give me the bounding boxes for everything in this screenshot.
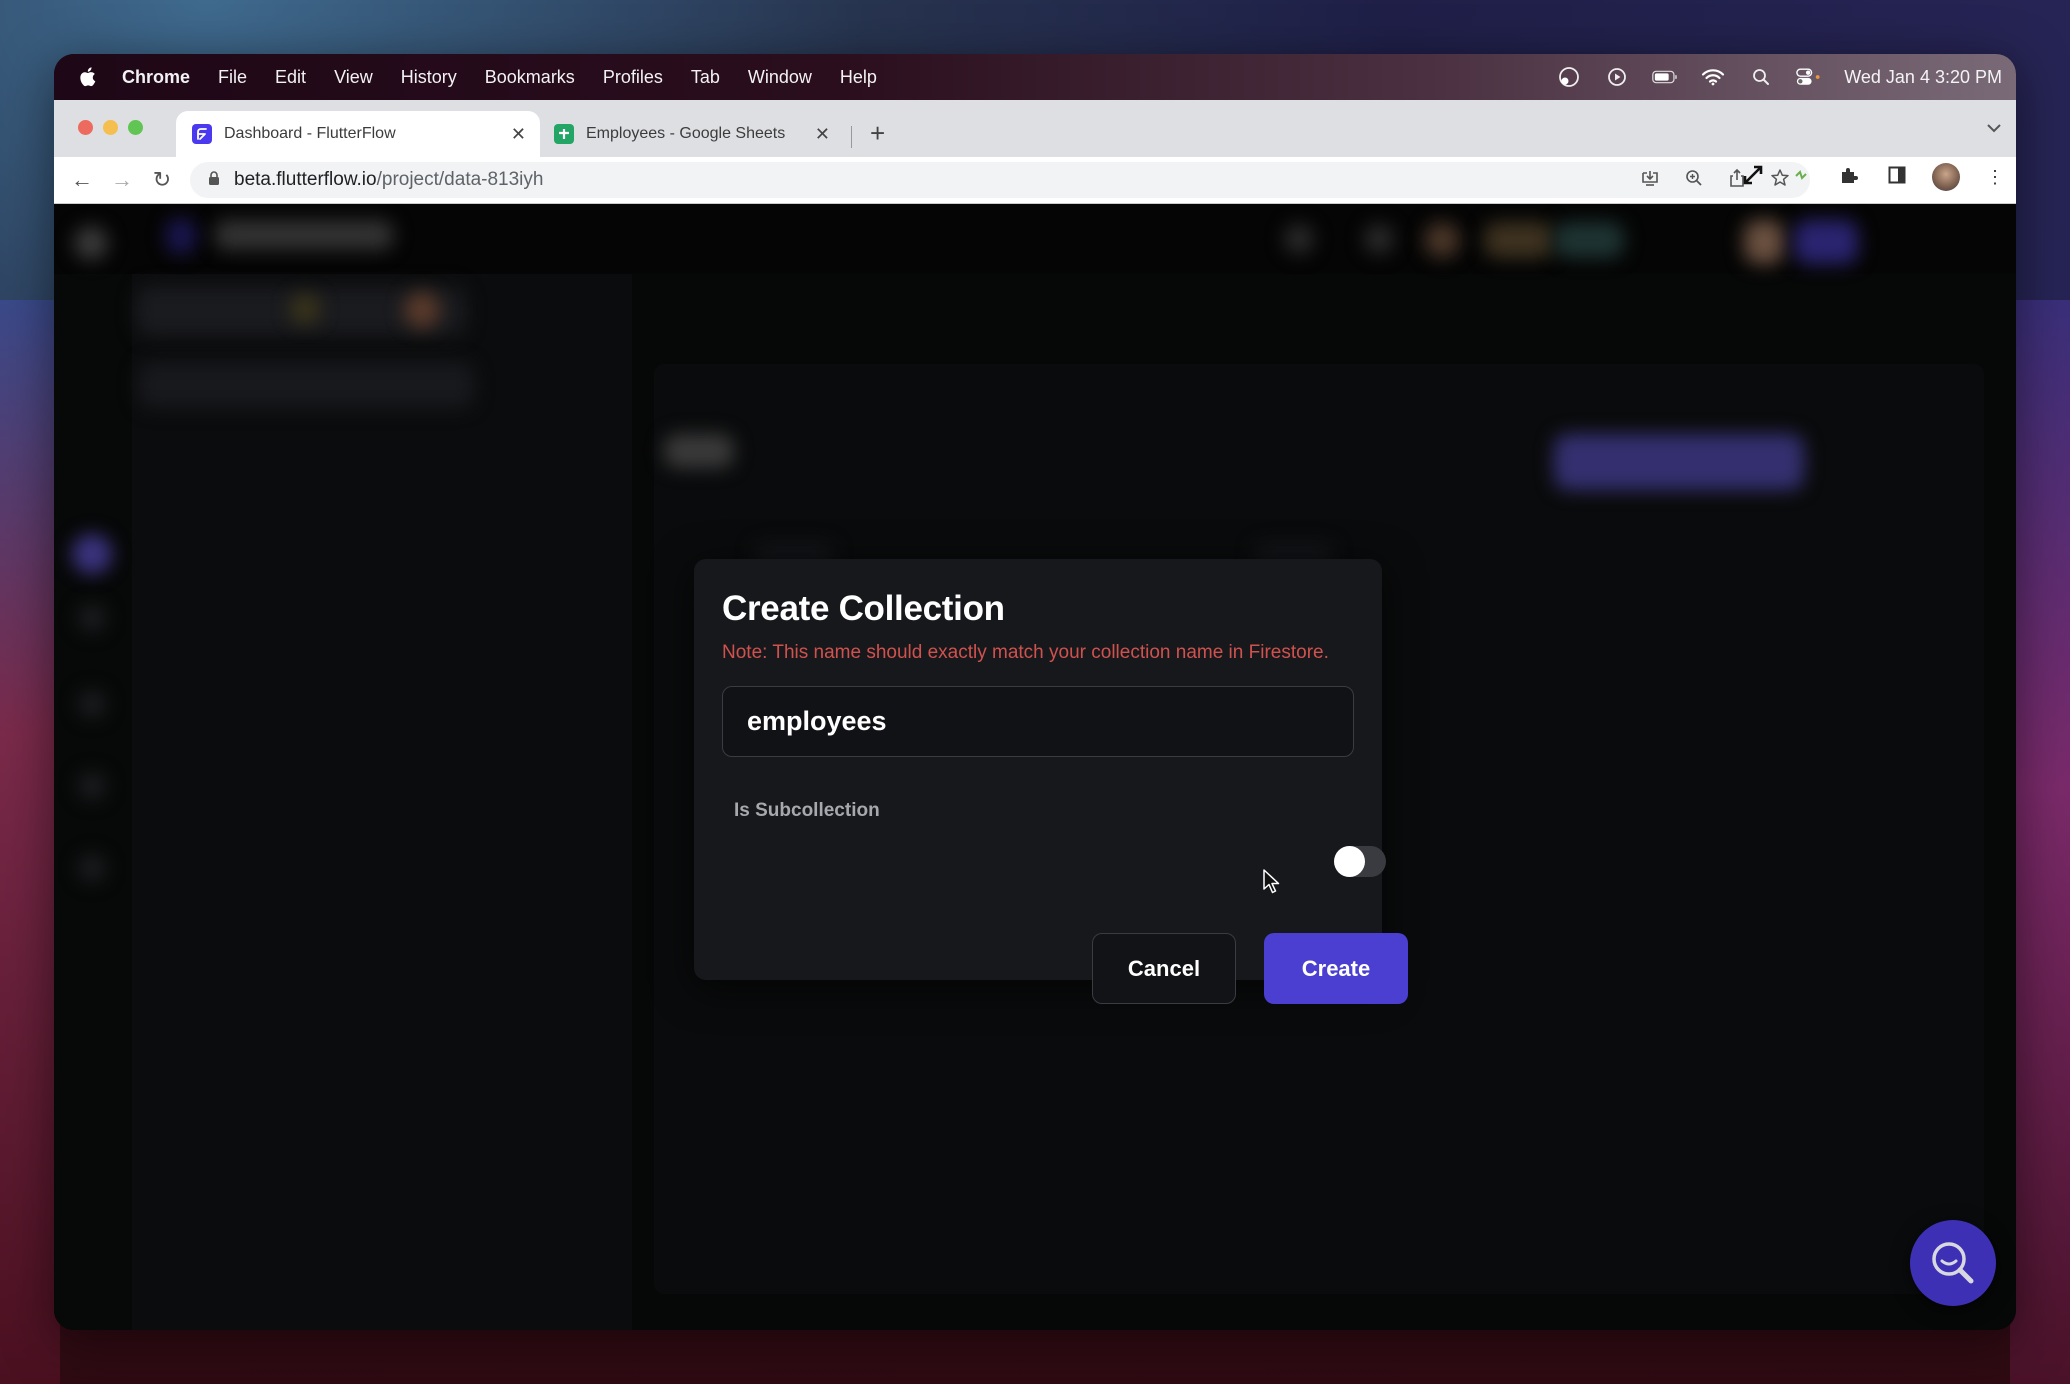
flutterflow-icon (192, 124, 212, 144)
tab-employees-google-sheets[interactable]: Employees - Google Sheets ✕ (544, 111, 844, 157)
blurred-badge-yellow (290, 294, 320, 324)
extension-green-icon[interactable] (1788, 166, 1814, 189)
apple-icon[interactable] (76, 66, 98, 88)
blurred-section-title (664, 434, 734, 468)
tab-dashboard-flutterflow[interactable]: Dashboard - FlutterFlow ✕ (176, 111, 540, 157)
tab-title: Dashboard - FlutterFlow (224, 125, 396, 142)
toggle-knob (1334, 846, 1365, 877)
battery-icon[interactable] (1652, 66, 1678, 88)
address-bar[interactable]: beta.flutterflow.io/project/data-813iyh (190, 162, 1810, 198)
blurred-nav-item (78, 604, 106, 632)
blurred-add-collection-button (1554, 434, 1804, 490)
blurred-toolbar-button (1554, 222, 1624, 258)
menu-window[interactable]: Window (748, 67, 812, 88)
install-app-icon[interactable] (1640, 168, 1660, 193)
blurred-nav-item (78, 854, 106, 882)
side-panel-icon[interactable] (1884, 166, 1910, 189)
google-sheets-icon (554, 124, 574, 144)
blurred-logo (74, 226, 108, 260)
menu-profiles[interactable]: Profiles (603, 67, 663, 88)
search-icon (1932, 1242, 1974, 1284)
desktop-wallpaper-left (0, 300, 60, 1384)
menu-help[interactable]: Help (840, 67, 877, 88)
menu-bookmarks[interactable]: Bookmarks (485, 67, 575, 88)
menu-tab[interactable]: Tab (691, 67, 720, 88)
blurred-user-avatar (1744, 220, 1784, 264)
blurred-nav-item (78, 772, 106, 800)
menu-history[interactable]: History (401, 67, 457, 88)
chrome-menu-icon[interactable]: ⋮ (1982, 167, 2008, 188)
back-icon[interactable]: ← (70, 167, 94, 193)
cancel-button[interactable]: Cancel (1092, 933, 1236, 1004)
extensions-puzzle-icon[interactable] (1836, 165, 1862, 190)
spotlight-search-icon[interactable] (1748, 66, 1774, 88)
blurred-nav-rail (54, 204, 132, 1330)
forward-icon[interactable]: → (110, 167, 134, 193)
tab-search-chevron-icon[interactable] (1986, 120, 2002, 136)
menu-edit[interactable]: Edit (275, 67, 306, 88)
close-window-button[interactable] (78, 120, 93, 135)
tab-separator (851, 126, 852, 148)
blurred-toolbar-button (1484, 222, 1554, 258)
blurred-toolbar-icon (1424, 222, 1460, 258)
dialog-title: Create Collection (722, 589, 1005, 628)
mouse-cursor-icon (1263, 869, 1280, 894)
tab-strip: Dashboard - FlutterFlow ✕ Employees - Go… (54, 100, 2016, 157)
create-button[interactable]: Create (1264, 933, 1408, 1004)
blurred-project-name (214, 220, 394, 250)
minimize-window-button[interactable] (103, 120, 118, 135)
blurred-search-field (138, 362, 474, 408)
blurred-toolbar-icon (1284, 224, 1314, 254)
url-path: /project/data-813iyh (376, 169, 544, 190)
menu-app-name[interactable]: Chrome (122, 67, 190, 88)
close-tab-icon[interactable]: ✕ (815, 124, 830, 145)
profile-avatar[interactable] (1932, 163, 1960, 191)
control-center-icon[interactable] (1796, 66, 1822, 88)
blurred-toolbar-icon (1364, 224, 1394, 254)
blurred-primary-button (1794, 220, 1858, 264)
reload-icon[interactable]: ↻ (150, 167, 174, 193)
wifi-icon[interactable] (1700, 66, 1726, 88)
lock-icon[interactable] (208, 171, 220, 189)
is-subcollection-toggle[interactable] (1334, 846, 1386, 877)
floating-search-button[interactable] (1910, 1220, 1996, 1306)
zoom-icon[interactable] (1684, 168, 1704, 193)
browser-toolbar: ← → ↻ beta.flutterflow.io/project/data-8… (54, 157, 2016, 204)
create-collection-dialog: Create Collection Note: This name should… (694, 559, 1408, 1004)
blurred-project-icon (166, 218, 196, 254)
menu-view[interactable]: View (334, 67, 373, 88)
play-icon[interactable] (1604, 66, 1630, 88)
url-domain: beta.flutterflow.io (234, 169, 377, 190)
fullscreen-extension-icon[interactable] (1740, 164, 1766, 191)
desktop-wallpaper-right (2010, 300, 2070, 1384)
tab-title: Employees - Google Sheets (586, 125, 786, 142)
macos-menu-bar: Chrome File Edit View History Bookmarks … (54, 54, 2016, 100)
blurred-nav-item (78, 690, 106, 718)
blurred-badge-orange (404, 292, 440, 328)
new-tab-button[interactable]: + (870, 118, 885, 149)
is-subcollection-label: Is Subcollection (734, 800, 880, 821)
collection-name-input[interactable] (722, 686, 1354, 757)
creative-cloud-icon[interactable] (1556, 66, 1582, 88)
close-tab-icon[interactable]: ✕ (511, 124, 526, 145)
dialog-note: Note: This name should exactly match you… (722, 642, 1329, 663)
browser-window: Chrome File Edit View History Bookmarks … (54, 54, 2016, 1330)
menubar-clock[interactable]: Wed Jan 4 3:20 PM (1844, 67, 2002, 88)
maximize-window-button[interactable] (128, 120, 143, 135)
blurred-active-nav-item (72, 534, 112, 574)
menu-file[interactable]: File (218, 67, 247, 88)
window-controls (78, 120, 143, 135)
